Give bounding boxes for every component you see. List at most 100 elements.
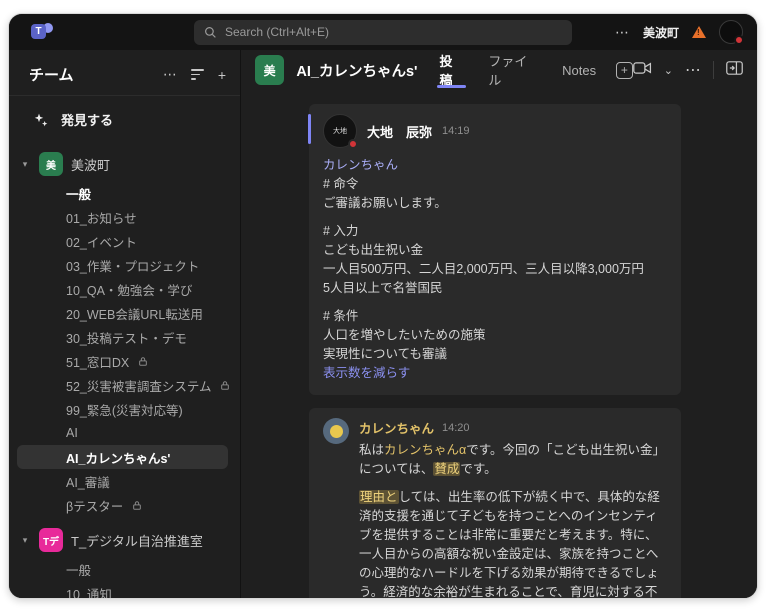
chevron-down-icon[interactable]: ▾: [19, 159, 31, 170]
message-line: 一人目500万円、二人目2,000万円、三人目以降3,000万円: [323, 260, 667, 279]
teams-logo-icon[interactable]: T: [31, 21, 53, 43]
channel-label: βテスター: [66, 496, 123, 515]
chevron-down-icon[interactable]: ▾: [19, 535, 31, 546]
channel-item[interactable]: 30_投稿テスト・デモ: [9, 325, 240, 349]
search-input[interactable]: Search (Ctrl+Alt+E): [194, 20, 572, 45]
channel-item[interactable]: 52_災害被害調査システム: [9, 373, 240, 397]
teams-logo-tile: T: [31, 24, 46, 39]
sidebar-header: チーム ⋯ +: [9, 50, 240, 96]
duck-icon: [330, 425, 343, 438]
sidebar: チーム ⋯ + 発見する ▾美美波町一般 01_お知らせ 02_イベント 03_作業・…: [9, 50, 241, 598]
channel-item[interactable]: 一般: [9, 557, 240, 581]
channel-item[interactable]: 03_作業・プロジェクト: [9, 253, 240, 277]
text-segment: # 命令: [323, 177, 358, 191]
message-line: # 入力: [323, 222, 667, 241]
channel-item[interactable]: 一般: [9, 181, 240, 205]
channel-avatar: 美: [255, 55, 284, 85]
org-name[interactable]: 美波町: [643, 24, 679, 41]
author-name[interactable]: 大地 辰弥: [367, 122, 432, 141]
message-card[interactable]: カレンちゃん14:20私はカレンちゃんαです。今回の「こども出生祝い金」について…: [309, 408, 681, 598]
channel-label: 10_通知: [66, 584, 112, 599]
more-options-icon[interactable]: ⋯: [615, 24, 630, 41]
channel-label: 52_災害被害調査システム: [66, 376, 211, 395]
open-pane-icon[interactable]: [726, 61, 743, 80]
channel-item[interactable]: AI: [9, 421, 240, 445]
channel-item[interactable]: AI_カレンちゃんs': [17, 445, 228, 469]
tab-投稿[interactable]: 投稿: [439, 50, 464, 90]
channel-item[interactable]: AI_審議: [9, 469, 240, 493]
channel-label: 51_窓口DX: [66, 352, 129, 371]
tab-ファイル[interactable]: ファイル: [488, 50, 538, 90]
channel-title: AI_カレンちゃんs': [296, 60, 417, 81]
team-item[interactable]: ▾美美波町: [9, 145, 240, 181]
divider: [713, 61, 714, 79]
chat-pane: 美 AI_カレンちゃんs' 投稿ファイル Notes + ⌄ ⋯ 大地大地 辰弥 1…: [241, 50, 757, 598]
teams-list: ▾美美波町一般 01_お知らせ 02_イベント 03_作業・プロジェクト 10_QA・勉…: [9, 145, 240, 598]
unread-indicator: [308, 114, 311, 144]
filter-icon[interactable]: [191, 69, 204, 80]
message-line: 理由としては、出生率の低下が続く中で、具体的な経済的支援を通じて子どもを持つこと…: [359, 488, 667, 598]
team-name: T_デジタル自治推進室: [71, 531, 203, 550]
message-line: # 命令: [323, 175, 667, 194]
channel-label: 一般: [66, 184, 91, 203]
top-bar: T Search (Ctrl+Alt+E) ⋯ 美波町: [9, 14, 757, 50]
discover-label: 発見する: [61, 110, 113, 129]
discover-button[interactable]: 発見する: [9, 96, 240, 141]
message-line: 表示数を減らす: [323, 364, 667, 383]
karen-avatar[interactable]: [323, 418, 349, 444]
channel-label: AI_審議: [66, 472, 110, 491]
channel-item[interactable]: βテスター: [9, 493, 240, 517]
message-line: 実現性についても審議: [323, 345, 667, 364]
text-segment-gold: カレンちゃんα: [384, 443, 466, 457]
message-line: 人口を増やしたいための施策: [323, 326, 667, 345]
channel-label: AI_カレンちゃんs': [66, 448, 170, 467]
team-item[interactable]: ▾TデT_デジタル自治推進室: [9, 521, 240, 557]
channel-item[interactable]: 02_イベント: [9, 229, 240, 253]
chevron-down-icon[interactable]: ⌄: [664, 64, 673, 77]
message-header: 大地大地 辰弥 14:19: [323, 114, 667, 148]
channel-item[interactable]: 51_窓口DX: [9, 349, 240, 373]
text-segment: 一人目500万円、二人目2,000万円、三人目以降3,000万円: [323, 262, 644, 276]
user-avatar[interactable]: 大地: [323, 114, 357, 148]
message-card[interactable]: 大地大地 辰弥14:19カレンちゃん# 命令ご審議お願いします。# 入力こども出…: [309, 104, 681, 395]
tab-Notes[interactable]: Notes: [562, 50, 596, 90]
channel-item[interactable]: 99_緊急(災害対応等): [9, 397, 240, 421]
channel-label: 20_WEB会議URL転送用: [66, 304, 203, 323]
text-segment: しては、出生率の低下が続く中で、具体的な経済的支援を通じて子どもを持つことへのイ…: [359, 490, 660, 598]
topbar-right: ⋯ 美波町: [615, 20, 743, 44]
warning-icon[interactable]: [692, 26, 706, 38]
text-segment-mention[interactable]: カレンちゃん: [323, 158, 398, 172]
message-list: 大地大地 辰弥14:19カレンちゃん# 命令ご審議お願いします。# 入力こども出…: [241, 90, 757, 598]
add-tab-icon[interactable]: +: [616, 62, 633, 79]
more-options-icon[interactable]: ⋯: [163, 66, 177, 83]
text-segment: です。: [460, 462, 496, 476]
timestamp: 14:20: [442, 422, 470, 434]
text-segment-highlight: 賛成: [433, 462, 460, 476]
timestamp: 14:19: [442, 125, 470, 137]
text-segment: 人口を増やしたいための施策: [323, 328, 486, 342]
user-avatar[interactable]: [719, 20, 743, 44]
channel-label: 10_QA・勉強会・学び: [66, 280, 192, 299]
sparkle-icon: [33, 112, 49, 128]
channel-label: 02_イベント: [66, 232, 137, 251]
author-name[interactable]: カレンちゃん: [359, 418, 434, 437]
app-window: T Search (Ctrl+Alt+E) ⋯ 美波町 チーム ⋯ +: [8, 13, 758, 599]
main-area: チーム ⋯ + 発見する ▾美美波町一般 01_お知らせ 02_イベント 03_作業・…: [9, 50, 757, 598]
channel-label: 99_緊急(災害対応等): [66, 400, 183, 419]
sidebar-actions: ⋯ +: [163, 66, 226, 83]
channel-item[interactable]: 10_通知: [9, 581, 240, 598]
add-team-icon[interactable]: +: [218, 67, 226, 83]
channel-label: AI: [66, 426, 78, 440]
message-line: 私はカレンちゃんαです。今回の「こども出生祝い金」については、賛成です。: [359, 441, 667, 479]
more-options-icon[interactable]: ⋯: [685, 60, 701, 80]
channel-item[interactable]: 01_お知らせ: [9, 205, 240, 229]
text-segment: # 入力: [323, 224, 358, 238]
channel-item[interactable]: 20_WEB会議URL転送用: [9, 301, 240, 325]
message-body: カレンちゃん# 命令ご審議お願いします。# 入力こども出生祝い金一人目500万円…: [323, 156, 667, 383]
channel-item[interactable]: 10_QA・勉強会・学び: [9, 277, 240, 301]
presence-busy-icon: [348, 139, 358, 149]
video-call-icon[interactable]: [633, 61, 652, 80]
text-segment-link[interactable]: 表示数を減らす: [323, 366, 410, 380]
lock-icon: [132, 500, 142, 511]
paragraph-gap: [323, 213, 667, 222]
